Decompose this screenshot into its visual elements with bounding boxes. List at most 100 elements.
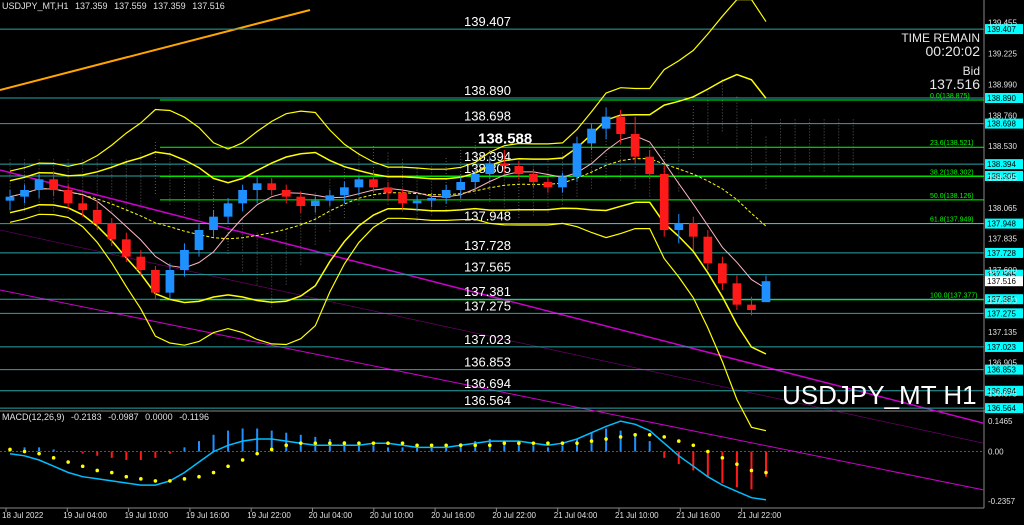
level-label: 138.890 bbox=[464, 83, 511, 98]
macd-signal-dot bbox=[676, 439, 681, 443]
macd-axis-label: 0.1465 bbox=[988, 417, 1013, 426]
macd-signal-dot bbox=[633, 432, 637, 437]
candle-body bbox=[572, 143, 582, 177]
macd-signal-dot bbox=[560, 441, 565, 445]
candle-body bbox=[20, 190, 29, 197]
macd-signal-dot bbox=[735, 462, 739, 466]
level-label: 137.728 bbox=[464, 238, 511, 253]
macd-signal-dot bbox=[37, 451, 41, 456]
level-label: 138.698 bbox=[464, 109, 511, 124]
price-axis-label: 138.990 bbox=[988, 81, 1017, 90]
price-axis-label: 138.530 bbox=[988, 142, 1017, 151]
macd-signal-dot bbox=[429, 443, 434, 448]
time-axis-label: 21 Jul 22:00 bbox=[738, 511, 782, 520]
current-price-text: 137.516 bbox=[987, 277, 1016, 286]
macd-label: MACD(12,26,9) bbox=[2, 412, 65, 422]
candle-body bbox=[587, 128, 596, 144]
macd-signal-dot bbox=[706, 449, 710, 454]
time-axis-label: 21 Jul 16:00 bbox=[676, 511, 720, 520]
macd-signal-dot bbox=[502, 441, 507, 445]
level-price-tag-text: 138.890 bbox=[987, 94, 1016, 103]
macd-signal-dot bbox=[22, 449, 27, 454]
macd-signal-dot bbox=[357, 441, 361, 445]
candle-body bbox=[49, 179, 58, 190]
candle-body bbox=[296, 196, 306, 206]
macd-header: MACD(12,26,9) -0.2183 -0.0987 0.0000 -0.… bbox=[2, 412, 213, 422]
candle-body bbox=[732, 283, 742, 305]
candle-body bbox=[485, 163, 495, 174]
macd-signal-dot bbox=[124, 474, 129, 479]
candle-body bbox=[267, 183, 277, 190]
candle-body bbox=[441, 190, 451, 198]
level-price-tag-text: 137.728 bbox=[987, 249, 1016, 258]
time-axis-label: 19 Jul 22:00 bbox=[247, 511, 291, 520]
macd-signal-dot bbox=[328, 441, 332, 445]
price-axis-label: 136.905 bbox=[988, 359, 1017, 368]
macd-signal-dot bbox=[720, 456, 725, 460]
level-label: 137.381 bbox=[464, 284, 511, 299]
level-label: 136.694 bbox=[464, 376, 511, 391]
macd-signal-dot bbox=[517, 441, 521, 445]
candle-body bbox=[470, 174, 480, 182]
floating-price-label: 138.588 bbox=[478, 130, 532, 147]
macd-signal-dot bbox=[109, 470, 114, 475]
macd-signal-dot bbox=[473, 443, 478, 448]
macd-signal-dot bbox=[298, 441, 303, 445]
candle-body bbox=[5, 196, 15, 201]
candle-body bbox=[252, 183, 262, 190]
candle-body bbox=[92, 210, 102, 224]
level-label: 137.275 bbox=[464, 298, 511, 313]
candle-body bbox=[761, 281, 771, 303]
macd-signal-dot bbox=[618, 435, 623, 439]
time-axis-label: 20 Jul 04:00 bbox=[309, 511, 353, 520]
level-label: 137.023 bbox=[464, 332, 511, 347]
candle-body bbox=[529, 174, 538, 182]
price-axis-label: 138.065 bbox=[988, 204, 1017, 213]
macd-signal-dot bbox=[575, 441, 579, 445]
candle-body bbox=[238, 190, 247, 204]
macd-signal-dot bbox=[386, 441, 390, 445]
macd-signal-dot bbox=[240, 458, 245, 462]
bid-value: 137.516 bbox=[929, 76, 980, 92]
macd-extra-value: -0.1196 bbox=[179, 412, 210, 422]
candle-body bbox=[165, 270, 175, 293]
candle-body bbox=[180, 250, 189, 270]
macd-signal-dot bbox=[764, 470, 768, 475]
macd-signal-dot bbox=[139, 477, 143, 481]
candle-body bbox=[383, 187, 393, 193]
macd-signal-dot bbox=[66, 460, 70, 464]
candle-body bbox=[558, 176, 567, 188]
time-axis-label: 19 Jul 04:00 bbox=[63, 511, 107, 520]
time-axis-label: 20 Jul 16:00 bbox=[431, 511, 475, 520]
price-axis-label: 138.760 bbox=[988, 111, 1017, 120]
level-price-tag-text: 137.023 bbox=[987, 343, 1016, 352]
macd-axis-label: -0.2357 bbox=[988, 497, 1016, 506]
fib-label: 100.0(137.377) bbox=[930, 293, 977, 300]
candle-body bbox=[601, 116, 611, 129]
price-axis-label: 138.295 bbox=[988, 173, 1017, 182]
macd-signal-dot bbox=[458, 443, 463, 448]
macd-signal-dot bbox=[415, 443, 419, 448]
fib-label: 0.0(138.875) bbox=[930, 93, 970, 100]
price-chart[interactable]: 139.407138.890138.698138.394138.305137.9… bbox=[0, 0, 1024, 520]
macd-signal-dot bbox=[8, 447, 12, 452]
chart-window[interactable]: 139.407138.890138.698138.394138.305137.9… bbox=[0, 0, 1024, 520]
macd-signal-dot bbox=[182, 477, 187, 481]
time-axis-label: 21 Jul 10:00 bbox=[615, 511, 659, 520]
level-label: 136.564 bbox=[464, 393, 511, 408]
time-axis-label: 18 Jul 2022 bbox=[2, 511, 44, 520]
macd-hist-value: 0.0000 bbox=[145, 412, 173, 422]
symbol-label: USDJPY_MT,H1 bbox=[2, 1, 69, 11]
level-price-tag-text: 137.948 bbox=[987, 220, 1016, 229]
candle-body bbox=[630, 134, 640, 157]
macd-signal-dot bbox=[197, 474, 201, 479]
candle-body bbox=[427, 198, 436, 201]
candle-body bbox=[78, 203, 88, 210]
macd-signal-dot bbox=[531, 441, 536, 445]
candle-body bbox=[412, 200, 422, 204]
candle-body bbox=[398, 192, 407, 204]
time-axis-label: 19 Jul 16:00 bbox=[186, 511, 230, 520]
macd-signal-dot bbox=[269, 447, 274, 452]
price-axis-label: 137.370 bbox=[988, 297, 1017, 306]
macd-signal-dot bbox=[284, 443, 289, 448]
